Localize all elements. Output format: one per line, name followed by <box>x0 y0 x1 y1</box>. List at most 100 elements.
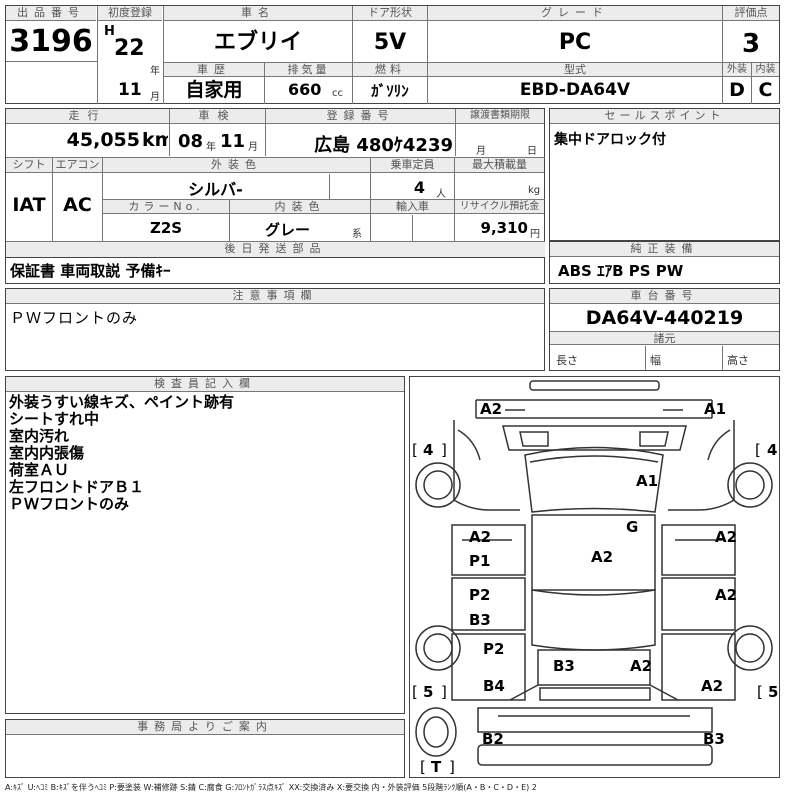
lot-no-label: 出品番号 <box>6 6 96 21</box>
inspection-year: 08 <box>178 131 204 152</box>
first-reg-label: 初度登録 <box>98 6 162 21</box>
caution-text: ＰＷフロントのみ <box>10 309 139 327</box>
damage-mark: A2 <box>630 657 652 675</box>
aircon-label: エアコン <box>53 158 102 173</box>
inspector-line: 外装うすい線キズ、ペイント跡有 <box>9 393 235 411</box>
fuel-label: 燃料 <box>353 63 427 77</box>
tire-front-right: 4 <box>767 441 777 459</box>
chassis-number: DA64V-440219 <box>585 307 744 329</box>
inspector-line: ＰＷフロントのみ <box>9 495 130 513</box>
color-no-label: カラーNo. <box>103 200 229 214</box>
damage-mark: A2 <box>591 548 613 566</box>
damage-mark: B3 <box>703 730 725 748</box>
damage-mark: B2 <box>482 730 504 748</box>
car-damage-diagram: [] [] [] [] [] 4 4 5 5 T A2 A1 A1 G A2 P… <box>412 380 778 776</box>
inspection-label: 車検 <box>170 109 265 124</box>
inspector-line: 室内汚れ <box>9 427 70 445</box>
lot-no: 3196 <box>9 24 93 59</box>
svg-text:[: [ <box>412 683 418 701</box>
damage-mark: A2 <box>715 528 737 546</box>
recycle-label: リサイクル預託金 <box>455 200 544 214</box>
history-label: 車歴 <box>164 63 264 77</box>
inspection-month: 11 <box>220 131 246 152</box>
fuel: ｶﾞｿﾘﾝ <box>371 82 409 100</box>
office-label: 事務局よりご案内 <box>6 720 404 735</box>
tire-rear-right: 5 <box>768 683 778 701</box>
int-color-label: 内装色 <box>230 200 370 214</box>
svg-text:]: ] <box>449 758 455 776</box>
exterior-score: D <box>729 79 745 101</box>
door-label: ドア形状 <box>353 6 427 21</box>
door: 5V <box>373 30 407 55</box>
damage-mark: G <box>626 518 638 536</box>
damage-mark: B4 <box>483 677 505 695</box>
svg-text:[: [ <box>755 441 761 459</box>
genuine: ABS ｴｱB PS PW <box>558 262 684 280</box>
mileage-label: 走行 <box>6 109 169 124</box>
sales-point: 集中ドアロック付 <box>554 132 666 148</box>
damage-mark: P1 <box>469 552 490 570</box>
damage-mark: A1 <box>636 472 658 490</box>
plate-label: 登録番号 <box>266 109 455 124</box>
grade-label: グレード <box>428 6 722 21</box>
recycle: 9,310 <box>480 219 528 237</box>
later-parts: 保証書 車両取説 予備ｷｰ <box>10 262 171 280</box>
car-name-label: 車名 <box>164 6 352 21</box>
mileage: 45,055 <box>66 129 140 151</box>
damage-mark: B3 <box>469 611 491 629</box>
shift: IAT <box>12 194 46 216</box>
damage-mark: A2 <box>701 677 723 695</box>
exterior-label: 外装 <box>723 63 751 77</box>
damage-mark: A2 <box>715 586 737 604</box>
damage-mark: A1 <box>704 400 726 418</box>
width-label: 幅 <box>650 354 661 366</box>
grade: PC <box>558 30 592 55</box>
svg-text:[: [ <box>420 758 426 776</box>
tire-front-left: 4 <box>423 441 433 459</box>
history: 自家用 <box>185 79 243 101</box>
color: シルバ- <box>188 180 243 198</box>
svg-text:[: [ <box>412 441 418 459</box>
shift-label: シフト <box>6 158 52 173</box>
score: 3 <box>741 29 761 59</box>
inspector-line: 左フロントドアＢ１ <box>9 478 145 496</box>
height-label: 高さ <box>727 354 749 366</box>
first-reg-month: 11 <box>118 80 142 100</box>
color-no: Z2S <box>149 219 183 237</box>
damage-mark: A2 <box>469 528 491 546</box>
capacity-label: 乗車定員 <box>371 158 454 173</box>
svg-text:]: ] <box>441 683 447 701</box>
length-label: 長さ <box>556 354 578 366</box>
dims-label: 諸元 <box>550 331 779 345</box>
sales-point-box <box>549 108 780 241</box>
damage-mark: P2 <box>469 586 490 604</box>
legend: A:ｷｽﾞ U:ﾍｺﾐ B:ｷｽﾞを伴うﾍｺﾐ P:要塗装 W:補修跡 S:錆 … <box>5 783 537 792</box>
damage-mark: P2 <box>483 640 504 658</box>
chassis-label: 車台番号 <box>550 289 779 304</box>
capacity: 4 <box>413 178 425 197</box>
genuine-label: 純正装備 <box>550 242 779 257</box>
aircon: AC <box>63 194 92 216</box>
score-label: 評価点 <box>723 6 779 21</box>
inspector-label: 検査員記入欄 <box>6 377 404 392</box>
model-label: 型式 <box>428 63 722 77</box>
first-reg-year: 22 <box>114 36 145 61</box>
tire-rear-left: 5 <box>423 683 433 701</box>
inspector-notes: 外装うすい線キズ、ペイント跡有 シートすれ中 室内汚れ 室内内張傷 荷室ＡＵ 左… <box>9 394 399 513</box>
color-label: 外装色 <box>103 158 370 173</box>
displacement: 660 <box>288 80 322 99</box>
inspector-line: シートすれ中 <box>9 410 100 428</box>
caution-label: 注意事項欄 <box>6 289 544 304</box>
tire-spare: T <box>431 758 442 776</box>
import-label: 輸入車 <box>371 200 454 214</box>
plate: 広島 480ｹ4239 <box>314 135 453 155</box>
damage-mark: A2 <box>480 400 502 418</box>
inspector-line: 荷室ＡＵ <box>9 461 70 479</box>
interior-label: 内装 <box>752 63 779 77</box>
displacement-label: 排気量 <box>265 63 352 77</box>
max-load-label: 最大積載量 <box>455 158 544 173</box>
model: EBD-DA64V <box>519 80 631 100</box>
sales-point-label: セールスポイント <box>550 109 779 124</box>
svg-text:[: [ <box>757 683 763 701</box>
car-name: エブリイ <box>213 30 302 55</box>
